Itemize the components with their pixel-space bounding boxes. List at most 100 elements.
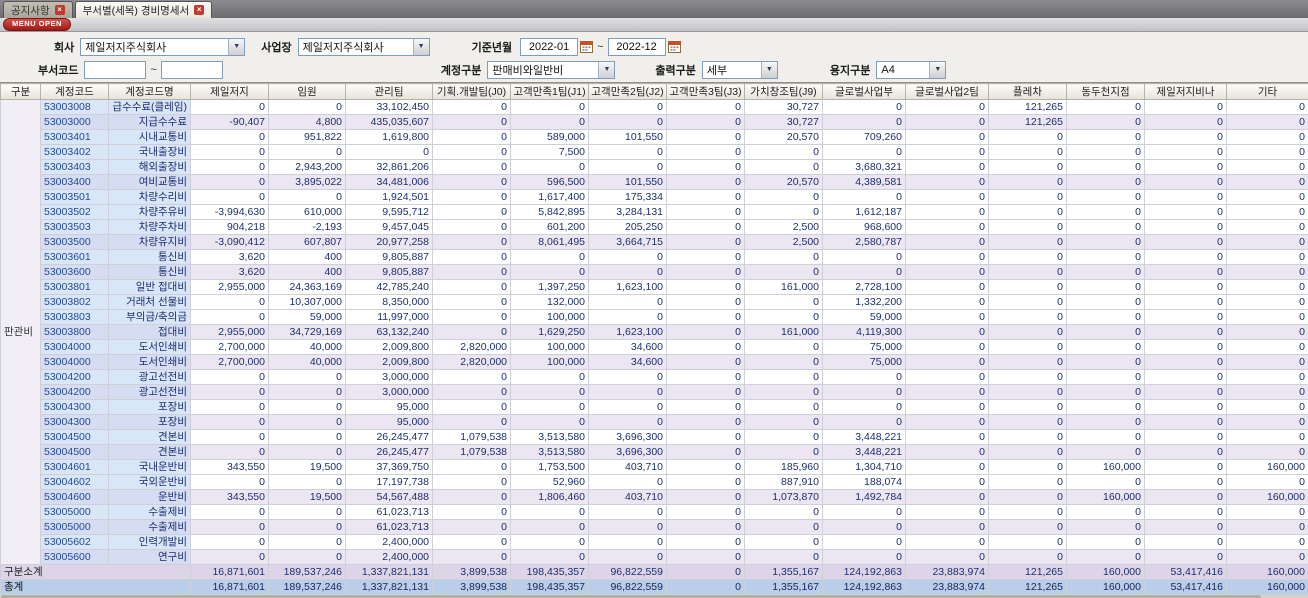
amount-cell[interactable]: 0 bbox=[1226, 204, 1308, 220]
amount-cell[interactable]: 95,000 bbox=[345, 414, 433, 430]
amount-cell[interactable]: 0 bbox=[1144, 264, 1227, 280]
amount-cell[interactable]: 0 bbox=[1144, 174, 1227, 190]
table-row[interactable]: 53004000 도서인쇄비 2,700,000 40,000 2,009,800 2,8… bbox=[1, 339, 1308, 355]
amount-cell[interactable]: 0 bbox=[268, 99, 346, 115]
amount-cell[interactable]: 0 bbox=[988, 234, 1067, 250]
amount-cell[interactable]: 0 bbox=[432, 369, 511, 385]
amount-cell[interactable]: 0 bbox=[432, 114, 511, 130]
amount-cell[interactable]: 0 bbox=[988, 369, 1067, 385]
amount-cell[interactable]: 0 bbox=[432, 489, 511, 505]
amount-cell[interactable]: 403,710 bbox=[588, 459, 667, 475]
amount-cell[interactable]: 0 bbox=[905, 339, 989, 355]
amount-cell[interactable]: 19,500 bbox=[268, 459, 346, 475]
amount-cell[interactable]: 0 bbox=[510, 264, 589, 280]
amount-cell[interactable]: 0 bbox=[190, 504, 269, 520]
amount-cell[interactable]: 0 bbox=[432, 219, 511, 235]
amount-cell[interactable]: 0 bbox=[1226, 549, 1308, 565]
amount-cell[interactable]: 709,260 bbox=[822, 129, 906, 145]
amount-cell[interactable]: 0 bbox=[822, 399, 906, 415]
amount-cell[interactable]: 100,000 bbox=[510, 354, 589, 370]
amount-cell[interactable]: 53,417,416 bbox=[1144, 564, 1227, 580]
amount-cell[interactable]: 0 bbox=[432, 504, 511, 520]
amount-cell[interactable]: 0 bbox=[822, 189, 906, 205]
amount-cell[interactable]: 0 bbox=[345, 144, 433, 160]
amount-cell[interactable]: 0 bbox=[510, 99, 589, 115]
amount-cell[interactable]: 343,550 bbox=[190, 489, 269, 505]
dept-code-to-input[interactable] bbox=[160, 60, 223, 79]
amount-cell[interactable]: 0 bbox=[432, 459, 511, 475]
table-row[interactable]: 53003503 차량주차비 904,218 -2,193 9,457,045 0 601,… bbox=[1, 219, 1308, 235]
amount-cell[interactable]: 30,727 bbox=[744, 99, 823, 115]
column-header[interactable]: 가치창조팀(J9) bbox=[744, 83, 823, 100]
amount-cell[interactable]: 0 bbox=[268, 549, 346, 565]
table-row[interactable]: 53003803 부의금/축의금 0 59,000 11,997,000 0 100,000… bbox=[1, 309, 1308, 325]
amount-cell[interactable]: 0 bbox=[666, 279, 745, 295]
amount-cell[interactable]: 0 bbox=[268, 189, 346, 205]
account-code-cell[interactable]: 53003600 bbox=[40, 264, 109, 280]
amount-cell[interactable]: 0 bbox=[822, 264, 906, 280]
amount-cell[interactable]: 0 bbox=[268, 429, 346, 445]
amount-cell[interactable]: 0 bbox=[988, 264, 1067, 280]
amount-cell[interactable]: 0 bbox=[1226, 414, 1308, 430]
amount-cell[interactable]: 0 bbox=[1226, 129, 1308, 145]
amount-cell[interactable]: 1,753,500 bbox=[510, 459, 589, 475]
amount-cell[interactable]: 185,960 bbox=[744, 459, 823, 475]
table-row[interactable]: 53004300 포장비 0 0 95,000 0 0 0 0 0 0 0 0 0 0 0 bbox=[1, 399, 1308, 415]
amount-cell[interactable]: 0 bbox=[1066, 369, 1145, 385]
amount-cell[interactable]: 0 bbox=[588, 309, 667, 325]
account-code-cell[interactable]: 53003800 bbox=[40, 324, 109, 340]
amount-cell[interactable]: 121,265 bbox=[988, 114, 1067, 130]
amount-cell[interactable]: 0 bbox=[988, 339, 1067, 355]
amount-cell[interactable]: 0 bbox=[988, 324, 1067, 340]
account-name-cell[interactable]: 급수수료(클레임) bbox=[108, 99, 191, 115]
amount-cell[interactable]: 0 bbox=[1144, 459, 1227, 475]
amount-cell[interactable]: 0 bbox=[588, 369, 667, 385]
amount-cell[interactable]: 400 bbox=[268, 264, 346, 280]
amount-cell[interactable]: 0 bbox=[1144, 549, 1227, 565]
amount-cell[interactable]: -90,407 bbox=[190, 114, 269, 130]
amount-cell[interactable]: 0 bbox=[744, 504, 823, 520]
amount-cell[interactable]: 0 bbox=[744, 354, 823, 370]
account-code-cell[interactable]: 53005000 bbox=[40, 519, 109, 535]
amount-cell[interactable]: 0 bbox=[1226, 339, 1308, 355]
amount-cell[interactable]: 198,435,357 bbox=[510, 579, 589, 595]
amount-cell[interactable]: 0 bbox=[432, 129, 511, 145]
amount-cell[interactable]: 20,570 bbox=[744, 174, 823, 190]
amount-cell[interactable]: 0 bbox=[988, 414, 1067, 430]
amount-cell[interactable]: 2,400,000 bbox=[345, 534, 433, 550]
amount-cell[interactable]: 0 bbox=[510, 549, 589, 565]
table-row[interactable]: 53003802 거래처 선물비 0 10,307,000 8,350,000 0 132,… bbox=[1, 294, 1308, 310]
amount-cell[interactable]: 188,074 bbox=[822, 474, 906, 490]
amount-cell[interactable]: 0 bbox=[1226, 264, 1308, 280]
amount-cell[interactable]: 0 bbox=[588, 534, 667, 550]
amount-cell[interactable]: 0 bbox=[1226, 144, 1308, 160]
amount-cell[interactable]: 2,820,000 bbox=[432, 354, 511, 370]
amount-cell[interactable]: 30,727 bbox=[744, 114, 823, 130]
amount-cell[interactable]: 0 bbox=[432, 279, 511, 295]
amount-cell[interactable]: 0 bbox=[1226, 399, 1308, 415]
account-code-cell[interactable]: 53003501 bbox=[40, 189, 109, 205]
amount-cell[interactable]: 0 bbox=[988, 444, 1067, 460]
amount-cell[interactable]: 160,000 bbox=[1066, 459, 1145, 475]
amount-cell[interactable]: 2,728,100 bbox=[822, 279, 906, 295]
amount-cell[interactable]: 17,197,738 bbox=[345, 474, 433, 490]
amount-cell[interactable]: 0 bbox=[432, 309, 511, 325]
table-row[interactable]: 53004600 운반비 343,550 19,500 54,567,488 0 1,806… bbox=[1, 489, 1308, 505]
column-header[interactable]: 동두천지점 bbox=[1066, 83, 1145, 100]
table-row[interactable]: 53003403 해외출장비 0 2,943,200 32,861,206 0 0 0 0 0 3,… bbox=[1, 159, 1308, 175]
amount-cell[interactable]: 1,629,250 bbox=[510, 324, 589, 340]
amount-cell[interactable]: 37,369,750 bbox=[345, 459, 433, 475]
amount-cell[interactable]: 0 bbox=[822, 369, 906, 385]
amount-cell[interactable]: 0 bbox=[432, 534, 511, 550]
amount-cell[interactable]: 3,680,321 bbox=[822, 159, 906, 175]
amount-cell[interactable]: 2,955,000 bbox=[190, 324, 269, 340]
amount-cell[interactable]: 0 bbox=[432, 474, 511, 490]
account-name-cell[interactable]: 부의금/축의금 bbox=[108, 309, 191, 325]
amount-cell[interactable]: 2,580,787 bbox=[822, 234, 906, 250]
amount-cell[interactable]: 0 bbox=[1226, 294, 1308, 310]
amount-cell[interactable]: 0 bbox=[1066, 324, 1145, 340]
amount-cell[interactable]: 0 bbox=[744, 144, 823, 160]
amount-cell[interactable]: 101,550 bbox=[588, 174, 667, 190]
amount-cell[interactable]: 0 bbox=[744, 189, 823, 205]
amount-cell[interactable]: 0 bbox=[588, 264, 667, 280]
